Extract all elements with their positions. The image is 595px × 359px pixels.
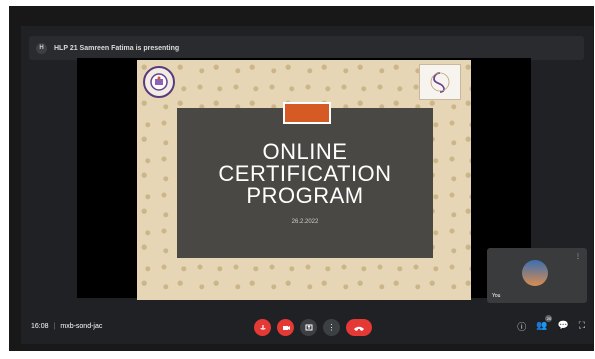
slide-accent-block [283,102,331,124]
presenter-text: HLP 21 Samreen Fatima is presenting [54,44,180,52]
presenter-avatar: H [36,42,47,54]
slide-title-line-3: PROGRAM [246,183,364,208]
mic-indicator-icon: ⋮ [575,254,581,260]
participant-count: 20 [545,315,553,322]
call-controls: ⋮ [254,319,372,336]
slide-title-box: ONLINE CERTIFICATION PROGRAM 26.2.2022 [177,102,433,258]
camera-off-icon[interactable] [277,319,294,336]
mic-off-icon[interactable] [254,319,271,336]
slide-title-line-2: CERTIFICATION [218,161,392,186]
presentation-stage: ONLINE CERTIFICATION PROGRAM 26.2.2022 [77,58,531,300]
right-toolbar: ⓘ 👥 20 💬 ⛶ [517,315,585,333]
self-view-tile[interactable]: ⋮ You [487,248,587,303]
chat-icon[interactable]: 💬 [557,320,568,333]
video-frame: H HLP 21 Samreen Fatima is presenting ON… [9,6,594,351]
present-icon[interactable] [300,319,317,336]
partner-logo-icon [419,64,461,100]
meet-window: H HLP 21 Samreen Fatima is presenting ON… [21,26,593,344]
people-icon[interactable]: 👥 20 [536,315,553,333]
info-icon[interactable]: ⓘ [517,320,526,333]
slide-date: 26.2.2022 [291,219,319,225]
self-view-name: You [492,293,501,299]
activities-icon[interactable]: ⛶ [579,320,585,333]
meeting-code: mxb-sond-jac [60,322,103,330]
end-call-icon[interactable] [346,319,372,336]
presentation-slide: ONLINE CERTIFICATION PROGRAM 26.2.2022 [137,60,471,300]
school-logo-icon [143,66,175,98]
more-icon[interactable]: ⋮ [323,319,340,336]
meeting-time: 16:08 [31,322,49,330]
toolbar-separator: | [53,322,56,330]
self-avatar [522,260,548,286]
presenter-banner: H HLP 21 Samreen Fatima is presenting [29,36,584,60]
bottom-toolbar: 16:08 | mxb-sond-jac ⋮ ⓘ 👥 20 💬 ⛶ [21,308,593,344]
slide-title-line-1: ONLINE [262,139,348,164]
